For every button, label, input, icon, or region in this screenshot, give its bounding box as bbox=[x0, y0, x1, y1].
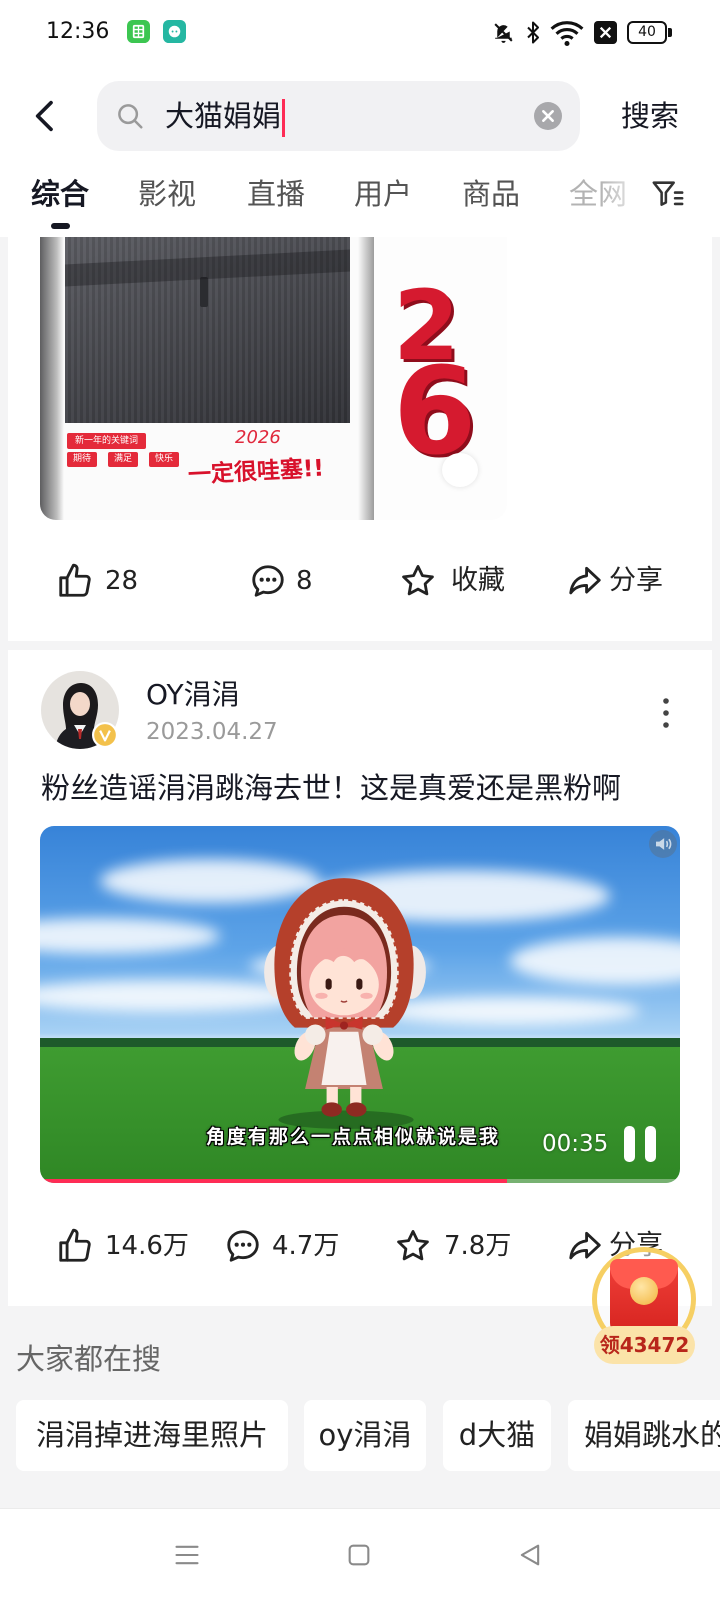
notification-x-icon bbox=[594, 21, 617, 44]
red-packet-coin bbox=[630, 1277, 658, 1305]
mute-icon[interactable] bbox=[649, 830, 677, 858]
tab-overall[interactable]: 综合 bbox=[31, 174, 89, 214]
clear-search-icon[interactable] bbox=[534, 102, 562, 130]
trending-chip[interactable]: d大猫 bbox=[443, 1400, 551, 1471]
post-title[interactable]: 粉丝造谣涓涓跳海去世！这是真爱还是黑粉啊 bbox=[41, 768, 621, 808]
bluetooth-icon bbox=[527, 21, 539, 44]
like-icon[interactable] bbox=[56, 562, 94, 600]
status-bar: 12:36 40 bbox=[0, 0, 720, 64]
frame-right-shadow bbox=[358, 237, 374, 520]
keyword-tag: 快乐 bbox=[149, 452, 179, 467]
tab-users[interactable]: 用户 bbox=[354, 174, 412, 214]
back-triangle-icon[interactable] bbox=[516, 1541, 544, 1569]
frame-shadow bbox=[40, 237, 64, 520]
status-time: 12:36 bbox=[46, 19, 110, 44]
keyword-tag: 期待 bbox=[67, 452, 97, 467]
tab-live[interactable]: 直播 bbox=[247, 174, 305, 214]
tabs-fade-overlay bbox=[600, 170, 650, 218]
like-count: 28 bbox=[105, 566, 139, 596]
battery-nub bbox=[668, 28, 672, 37]
post-card: 新一年的关键词 期待 满足 快乐 2026 一定很哇塞!! 0 2 6 28 8… bbox=[8, 237, 712, 641]
tab-products[interactable]: 商品 bbox=[462, 174, 520, 214]
search-icon bbox=[118, 104, 143, 129]
search-submit-button[interactable]: 搜索 bbox=[621, 81, 679, 151]
like-icon[interactable] bbox=[56, 1227, 94, 1265]
battery-level: 40 bbox=[638, 24, 656, 40]
share-icon[interactable] bbox=[566, 562, 604, 600]
more-options-icon[interactable] bbox=[660, 695, 672, 731]
keyword-tag: 满足 bbox=[108, 452, 138, 467]
favorite-count: 7.8万 bbox=[444, 1231, 512, 1261]
home-square-icon[interactable] bbox=[345, 1541, 373, 1569]
back-icon[interactable] bbox=[26, 96, 66, 136]
video-character bbox=[264, 878, 426, 1129]
search-box[interactable]: 大猫娟娟 bbox=[97, 81, 580, 151]
keyword-badge: 新一年的关键词 bbox=[67, 433, 146, 449]
comment-icon[interactable] bbox=[249, 562, 287, 600]
wifi-icon bbox=[550, 21, 584, 47]
pause-button[interactable] bbox=[624, 1126, 656, 1162]
trending-heading: 大家都在搜 bbox=[16, 1342, 162, 1376]
comment-count: 4.7万 bbox=[272, 1231, 340, 1261]
tab-film[interactable]: 影视 bbox=[138, 174, 196, 214]
video-subtitle: 角度有那么一点点相似就说是我 bbox=[206, 1126, 501, 1148]
share-label: 分享 bbox=[609, 565, 663, 596]
system-nav-bar bbox=[0, 1508, 720, 1600]
filter-icon[interactable] bbox=[651, 177, 685, 211]
favorite-label: 收藏 bbox=[451, 565, 505, 596]
image-year-text: 2026 bbox=[235, 427, 281, 448]
star-icon[interactable] bbox=[399, 562, 437, 600]
comment-icon[interactable] bbox=[224, 1227, 262, 1265]
author-name[interactable]: OY涓涓 bbox=[146, 675, 240, 715]
video-progress-fill bbox=[40, 1179, 508, 1183]
verified-badge-icon bbox=[92, 722, 118, 748]
pause-bar bbox=[645, 1126, 656, 1162]
red-packet-widget[interactable]: 领43472 bbox=[592, 1247, 697, 1365]
chat-app-icon bbox=[163, 20, 186, 43]
photo-clothing bbox=[65, 237, 350, 423]
trending-chip[interactable]: 娟娟跳水的 bbox=[568, 1400, 720, 1471]
search-input[interactable]: 大猫娟娟 bbox=[165, 81, 286, 151]
video-duration: 00:35 bbox=[542, 1131, 609, 1157]
image-digit: 0 bbox=[393, 237, 463, 247]
trending-chip[interactable]: oy涓涓 bbox=[304, 1400, 426, 1471]
post-image[interactable]: 新一年的关键词 期待 满足 快乐 2026 一定很哇塞!! 0 2 6 bbox=[40, 237, 507, 520]
menu-lines-icon[interactable] bbox=[173, 1541, 201, 1569]
active-tab-indicator bbox=[51, 223, 70, 229]
spreadsheet-app-icon bbox=[127, 20, 150, 43]
search-query: 大猫娟娟 bbox=[165, 99, 282, 133]
trending-chip[interactable]: 涓涓掉进海里照片 bbox=[16, 1400, 288, 1471]
image-decor-bubble bbox=[442, 453, 478, 487]
video-progress-track[interactable] bbox=[40, 1179, 680, 1183]
like-count: 14.6万 bbox=[105, 1231, 189, 1261]
post-date: 2023.04.27 bbox=[146, 719, 278, 745]
pause-bar bbox=[624, 1126, 635, 1162]
post-card: OY涓涓 2023.04.27 粉丝造谣涓涓跳海去世！这是真爱还是黑粉啊 角度有… bbox=[8, 650, 712, 1306]
red-packet-label: 领43472 bbox=[594, 1326, 695, 1364]
star-icon[interactable] bbox=[394, 1227, 432, 1265]
bell-off-icon bbox=[494, 23, 513, 43]
text-cursor bbox=[282, 99, 286, 137]
video-player[interactable]: 角度有那么一点点相似就说是我 00:35 bbox=[40, 826, 680, 1183]
red-packet-envelope bbox=[610, 1259, 678, 1335]
header: 12:36 40 大猫娟娟 搜索 综合 影视 直播 用户 商品 全网 bbox=[0, 0, 720, 237]
battery-icon: 40 bbox=[627, 21, 667, 44]
comment-count: 8 bbox=[296, 566, 313, 596]
photo-zipper bbox=[200, 277, 208, 307]
